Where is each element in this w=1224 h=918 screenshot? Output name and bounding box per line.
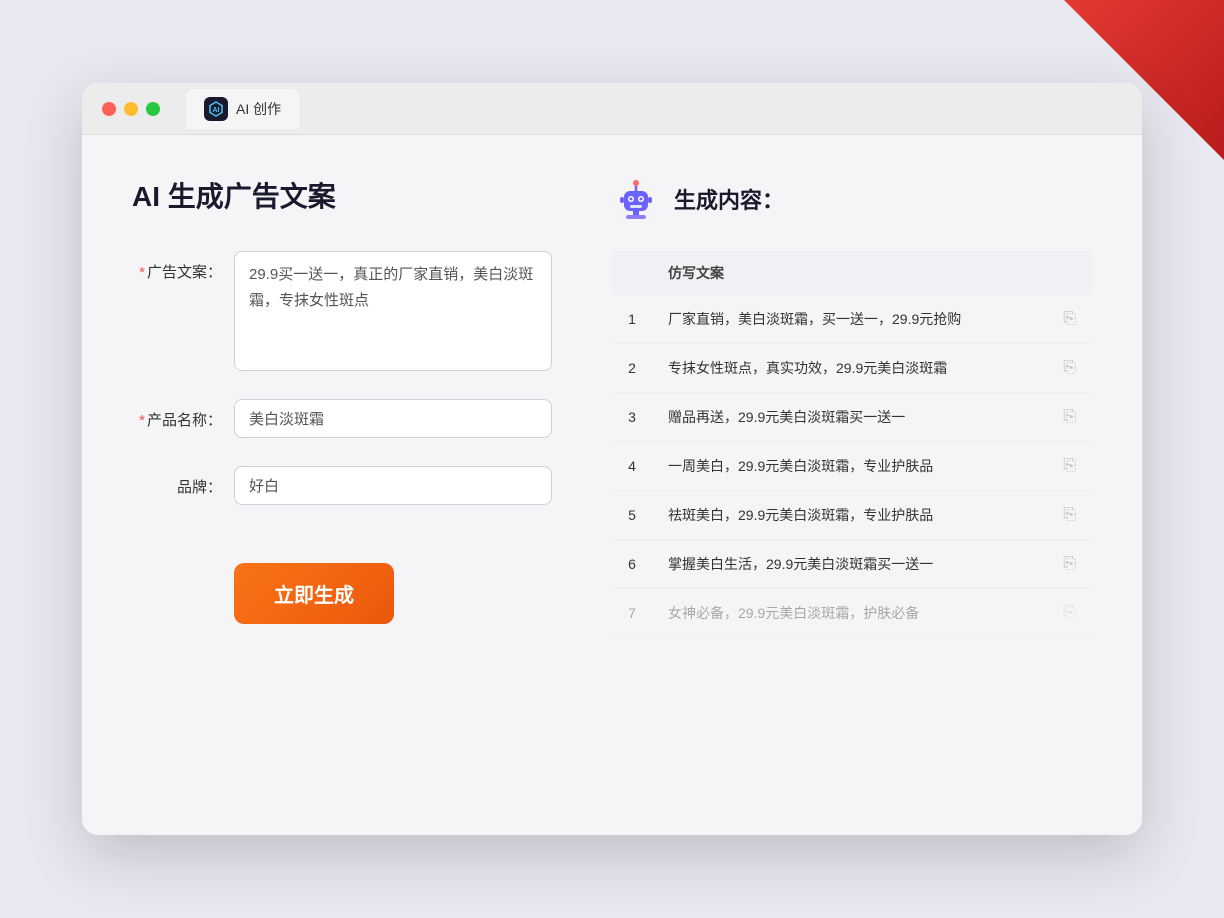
required-star: *	[139, 264, 145, 281]
table-row: 2专抹女性斑点，真实功效，29.9元美白淡斑霜 ⎘	[612, 344, 1092, 393]
copy-icon[interactable]: ⎘	[1063, 310, 1076, 327]
main-content: AI 生成广告文案 *广告文案： *产品名称： 品牌： 立	[82, 135, 1142, 835]
row-number: 3	[612, 393, 652, 442]
copy-button[interactable]: ⎘	[1047, 491, 1092, 540]
right-title: 生成内容：	[674, 183, 784, 215]
product-name-group: *产品名称：	[132, 399, 552, 438]
row-text: 一周美白，29.9元美白淡斑霜，专业护肤品	[652, 442, 1047, 491]
brand-input[interactable]	[234, 466, 552, 505]
copy-icon[interactable]: ⎘	[1063, 506, 1076, 523]
table-row: 3赠品再送，29.9元美白淡斑霜买一送一 ⎘	[612, 393, 1092, 442]
row-text: 祛斑美白，29.9元美白淡斑霜，专业护肤品	[652, 491, 1047, 540]
copy-button[interactable]: ⎘	[1047, 295, 1092, 344]
table-row: 7女神必备，29.9元美白淡斑霜，护肤必备 ⎘	[612, 589, 1092, 638]
ad-copy-group: *广告文案：	[132, 251, 552, 371]
copy-icon[interactable]: ⎘	[1063, 604, 1076, 621]
traffic-lights	[102, 102, 160, 116]
right-panel: 生成内容： 仿写文案 1厂家直销，美白淡斑霜，买一送一，29.9元抢购⎘2专抹女…	[612, 175, 1092, 795]
row-text: 掌握美白生活，29.9元美白淡斑霜买一送一	[652, 540, 1047, 589]
copy-button[interactable]: ⎘	[1047, 589, 1092, 638]
row-text: 女神必备，29.9元美白淡斑霜，护肤必备	[652, 589, 1047, 638]
ai-tab[interactable]: AI AI 创作	[186, 89, 299, 129]
svg-text:AI: AI	[213, 107, 220, 114]
table-row: 1厂家直销，美白淡斑霜，买一送一，29.9元抢购 ⎘	[612, 295, 1092, 344]
ad-copy-label: *广告文案：	[132, 251, 222, 282]
browser-window: AI AI 创作 AI 生成广告文案 *广告文案： *产品名称：	[82, 83, 1142, 835]
left-panel: AI 生成广告文案 *广告文案： *产品名称： 品牌： 立	[132, 175, 552, 795]
row-number: 2	[612, 344, 652, 393]
close-button[interactable]	[102, 102, 116, 116]
copy-column-header: 仿写文案	[652, 251, 1047, 295]
copy-icon[interactable]: ⎘	[1063, 555, 1076, 572]
index-column-header	[612, 251, 652, 295]
row-number: 5	[612, 491, 652, 540]
product-name-input[interactable]	[234, 399, 552, 438]
tab-label: AI 创作	[236, 99, 281, 119]
row-number: 4	[612, 442, 652, 491]
right-header: 生成内容：	[612, 175, 1092, 223]
brand-group: 品牌：	[132, 466, 552, 505]
table-row: 4一周美白，29.9元美白淡斑霜，专业护肤品 ⎘	[612, 442, 1092, 491]
copy-icon[interactable]: ⎘	[1063, 359, 1076, 376]
row-text: 厂家直销，美白淡斑霜，买一送一，29.9元抢购	[652, 295, 1047, 344]
copy-button[interactable]: ⎘	[1047, 442, 1092, 491]
ad-copy-input[interactable]	[234, 251, 552, 371]
copy-button[interactable]: ⎘	[1047, 540, 1092, 589]
copy-icon[interactable]: ⎘	[1063, 408, 1076, 425]
results-table: 仿写文案 1厂家直销，美白淡斑霜，买一送一，29.9元抢购⎘2专抹女性斑点，真实…	[612, 251, 1092, 638]
row-text: 赠品再送，29.9元美白淡斑霜买一送一	[652, 393, 1047, 442]
copy-icon[interactable]: ⎘	[1063, 457, 1076, 474]
table-row: 6掌握美白生活，29.9元美白淡斑霜买一送一 ⎘	[612, 540, 1092, 589]
brand-label: 品牌：	[132, 466, 222, 497]
generate-button[interactable]: 立即生成	[234, 563, 394, 624]
copy-button[interactable]: ⎘	[1047, 393, 1092, 442]
action-column-header	[1047, 251, 1092, 295]
row-number: 6	[612, 540, 652, 589]
maximize-button[interactable]	[146, 102, 160, 116]
minimize-button[interactable]	[124, 102, 138, 116]
row-number: 7	[612, 589, 652, 638]
title-bar: AI AI 创作	[82, 83, 1142, 135]
copy-button[interactable]: ⎘	[1047, 344, 1092, 393]
required-star-2: *	[139, 412, 145, 429]
product-name-label: *产品名称：	[132, 399, 222, 430]
table-row: 5祛斑美白，29.9元美白淡斑霜，专业护肤品 ⎘	[612, 491, 1092, 540]
row-number: 1	[612, 295, 652, 344]
robot-icon	[612, 175, 660, 223]
page-title: AI 生成广告文案	[132, 175, 552, 215]
row-text: 专抹女性斑点，真实功效，29.9元美白淡斑霜	[652, 344, 1047, 393]
ai-tab-icon: AI	[204, 97, 228, 121]
